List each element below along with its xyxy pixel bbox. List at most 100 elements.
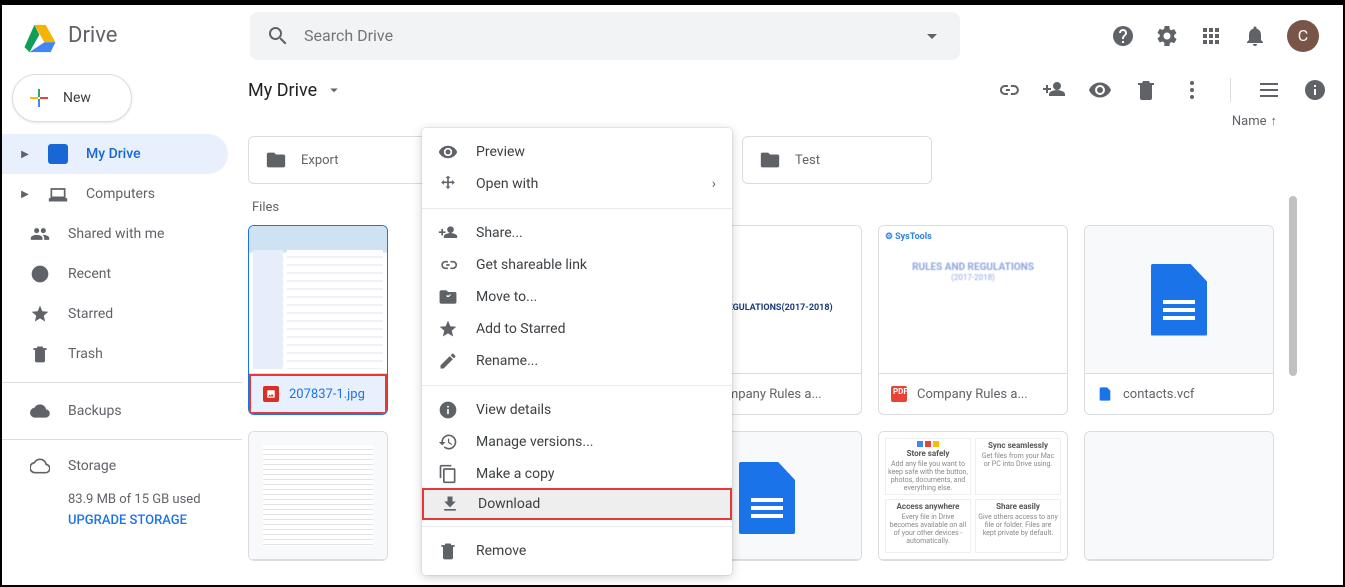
sidebar-item-backups[interactable]: Backups [2,391,242,431]
menu-item-download[interactable]: Download [422,488,732,520]
folder-move-icon [438,287,458,307]
sidebar-item-starred[interactable]: Starred [2,294,242,334]
file-name: contacts.vcf [1123,387,1194,402]
file-footer: contacts.vcf [1085,374,1273,414]
more-icon[interactable] [1180,78,1204,102]
sidebar-item-storage[interactable]: Storage [2,448,242,484]
file-card[interactable] [1084,431,1274,561]
delete-icon[interactable] [1134,78,1158,102]
file-card[interactable]: contacts.vcf [1084,225,1274,415]
file-name: 207837-1.jpg [289,387,365,402]
list-view-icon[interactable] [1257,78,1281,102]
menu-item-make_copy[interactable]: Make a copy [422,458,732,490]
thumb-cell-title: Store safely [888,449,968,458]
file-footer: PDF Company Rules a... [879,374,1067,414]
breadcrumb-title[interactable]: My Drive [248,80,317,101]
menu-item-get_link[interactable]: Get shareable link [422,249,732,281]
menu-item-label: Add to Starred [476,321,565,337]
menu-item-label: Make a copy [476,466,555,482]
history-icon [438,432,458,452]
divider [2,382,242,383]
file-icon [1097,386,1113,402]
shared-icon [30,224,50,244]
scroll-thumb[interactable] [1289,196,1297,376]
settings-icon[interactable] [1155,24,1179,48]
thumb-cell-sub: Add any file you want to keep safe with … [888,460,968,492]
image-icon [263,386,279,402]
files-section-label: Files [252,200,1327,215]
person-add-icon[interactable] [1042,78,1066,102]
content-area: My Drive Name ↑ Export [242,66,1343,585]
menu-item-manage_versions[interactable]: Manage versions... [422,426,732,458]
file-thumb: Store safely Add any file you want to kee… [879,432,1067,560]
divider [1230,78,1231,102]
nav-label: Shared with me [68,226,164,242]
menu-item-remove[interactable]: Remove [422,535,732,567]
menu-item-add_starred[interactable]: Add to Starred [422,313,732,345]
logo-wrap[interactable]: Drive [10,18,250,54]
menu-item-open_with[interactable]: Open with› [422,168,732,200]
nav-label: Starred [68,306,113,322]
folder-chip-test[interactable]: Test [742,136,932,184]
menu-item-share[interactable]: Share... [422,217,732,249]
sort-control[interactable]: Name ↑ [1232,113,1327,129]
info-icon[interactable] [1303,78,1327,102]
nav-label: Backups [68,403,122,419]
context-menu: Preview Open with› Share...Get shareable l… [422,128,732,575]
menu-item-label: Preview [476,144,525,160]
file-card[interactable]: Store safely Add any file you want to kee… [878,431,1068,561]
menu-item-rename[interactable]: Rename... [422,345,732,377]
thumb-cell-title: Access anywhere [888,502,968,511]
info-icon [438,400,458,420]
nav-label: Computers [86,186,155,202]
link-icon[interactable] [996,78,1020,102]
file-card[interactable] [248,431,388,561]
toolbar [996,78,1327,102]
avatar[interactable]: C [1287,20,1319,52]
help-icon[interactable] [1111,24,1135,48]
chevron-down-icon[interactable] [325,81,343,99]
folder-name: Export [301,153,339,168]
sidebar-item-recent[interactable]: Recent [2,254,242,294]
edit-icon [438,351,458,371]
folder-name: Test [795,153,820,168]
thumb-cell-sub: Give others access to any file or folder… [978,513,1058,537]
link-icon [438,255,458,275]
file-card[interactable]: ⚙ SysTools RULES AND REGULATIONS (2017-2… [878,225,1068,415]
eye-icon[interactable] [1088,78,1112,102]
person-add-icon [438,223,458,243]
menu-item-label: Rename... [476,353,538,369]
folder-chip-export[interactable]: Export [248,136,438,184]
thumb-title: RULES AND REGULATIONS [885,262,1061,273]
search-dropdown-icon[interactable] [920,24,944,48]
menu-item-preview[interactable]: Preview [422,136,732,168]
thumb-text: (2017-2018) [781,303,832,313]
file-name: Company Rules a... [917,387,1028,402]
menu-item-move_to[interactable]: Move to... [422,281,732,313]
menu-item-label: Download [478,496,540,512]
apps-icon[interactable] [1199,24,1223,48]
notifications-icon[interactable] [1243,24,1267,48]
thumb-cell-title: Sync seamlessly [978,441,1058,450]
file-card-selected[interactable]: 207837-1.jpg [248,225,388,415]
recent-icon [30,264,50,284]
sidebar-item-trash[interactable]: Trash [2,334,242,374]
sidebar-item-computers[interactable]: ▶ Computers [2,174,242,214]
plus-icon [27,86,51,110]
sidebar-item-my-drive[interactable]: ▶ My Drive [2,134,228,174]
search-bar[interactable] [250,12,960,60]
backups-icon [30,401,50,421]
chevron-right-icon: ▶ [20,149,30,160]
download-icon [440,494,460,514]
chevron-right-icon: ▶ [20,189,30,200]
cloud-icon [30,456,50,476]
search-input[interactable] [304,26,906,45]
trash-icon [30,344,50,364]
sidebar: New ▶ My Drive ▶ Computers Shared with m… [2,66,242,585]
sidebar-item-shared[interactable]: Shared with me [2,214,242,254]
star-icon [30,304,50,324]
new-button[interactable]: New [12,74,132,122]
menu-item-view_details[interactable]: View details [422,394,732,426]
drive-icon [48,144,68,164]
upgrade-storage-link[interactable]: UPGRADE STORAGE [68,513,224,528]
